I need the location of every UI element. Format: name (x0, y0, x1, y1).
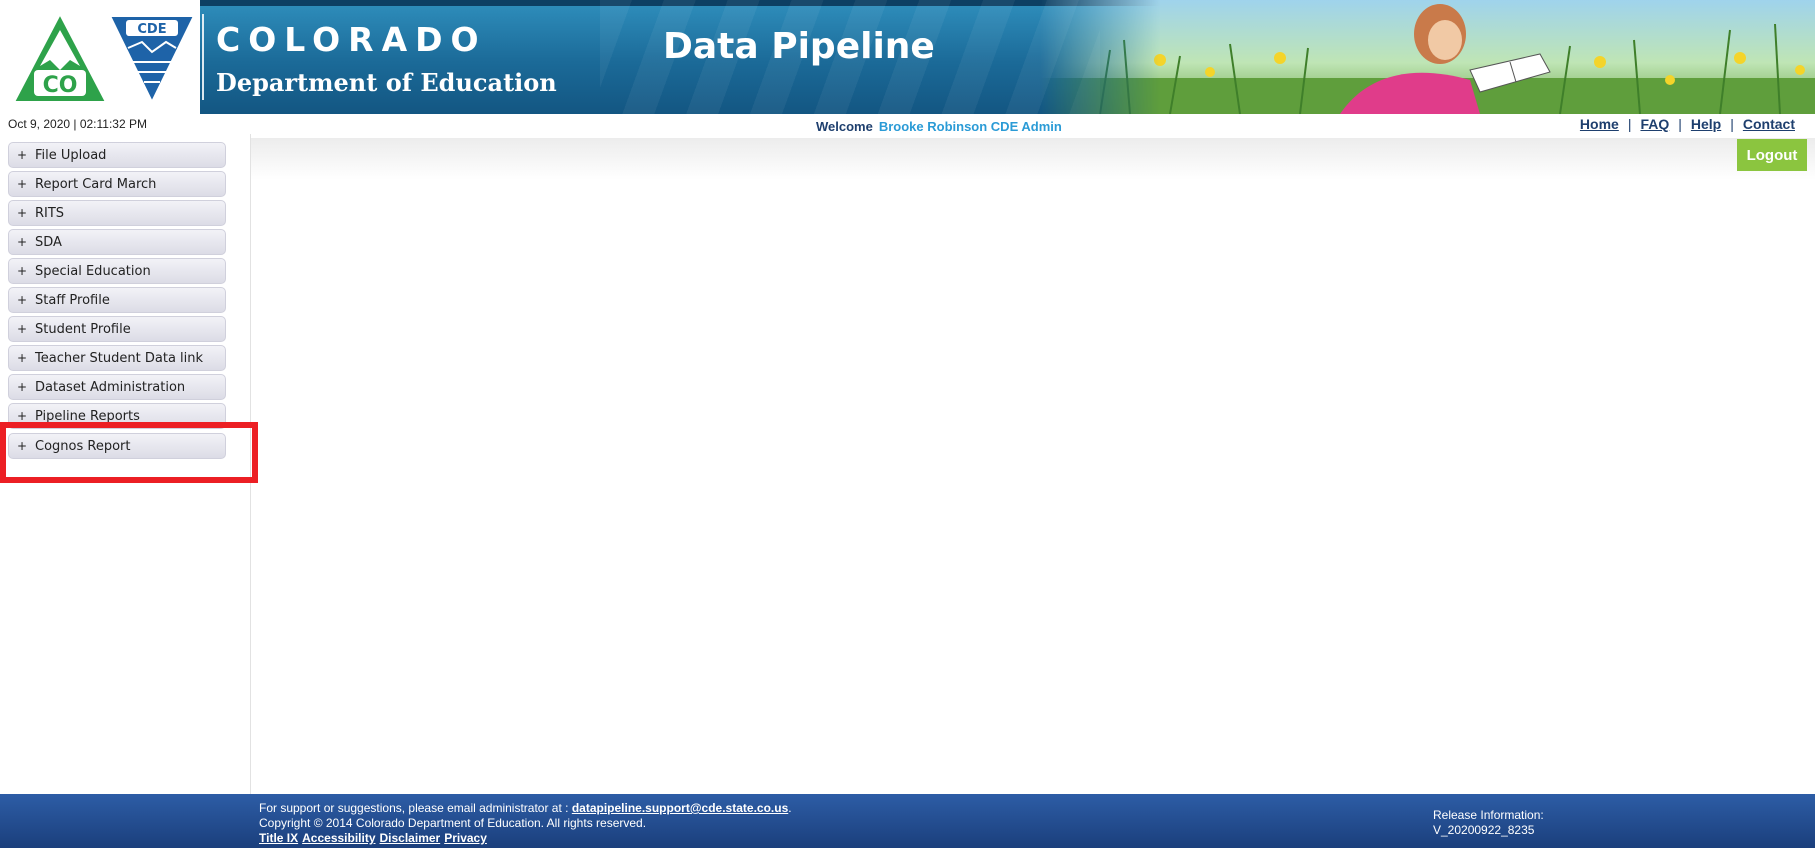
logo-state-text: CO (43, 73, 78, 98)
sidebar-item-student-profile[interactable]: + Student Profile (8, 316, 226, 342)
expand-plus-icon: + (17, 235, 28, 249)
logo-cde-text: CDE (137, 22, 166, 37)
expand-plus-icon: + (17, 409, 28, 423)
sidebar-item-rits[interactable]: + RITS (8, 200, 226, 226)
privacy-link[interactable]: Privacy (444, 831, 487, 845)
app-title: Data Pipeline (663, 26, 935, 67)
welcome-message: Welcome Brooke Robinson CDE Admin (816, 119, 1062, 134)
expand-plus-icon: + (17, 177, 28, 191)
expand-plus-icon: + (17, 380, 28, 394)
welcome-user-name: Brooke Robinson CDE Admin (878, 119, 1062, 134)
top-nav-links: Home | FAQ | Help | Contact (1580, 116, 1795, 132)
sidebar-item-label: RITS (35, 205, 65, 221)
banner-photo (1040, 0, 1815, 114)
link-separator: | (1730, 116, 1734, 132)
sidebar-item-teacher-student-data-link[interactable]: + Teacher Student Data link (8, 345, 226, 371)
banner-divider (202, 14, 204, 100)
footer-info: For support or suggestions, please email… (259, 801, 792, 846)
footer-links: Title IX Accessibility Disclaimer Privacy (259, 831, 792, 846)
sidebar-item-label: Teacher Student Data link (35, 350, 204, 366)
disclaimer-link[interactable]: Disclaimer (380, 831, 441, 845)
expand-plus-icon: + (17, 206, 28, 220)
copyright-text: Copyright © 2014 Colorado Department of … (259, 816, 647, 830)
sidebar-item-label: Special Education (35, 263, 151, 279)
release-version: V_20200922_8235 (1433, 823, 1535, 837)
support-line: For support or suggestions, please email… (259, 801, 792, 816)
sidebar-item-label: Student Profile (35, 321, 131, 337)
accessibility-link[interactable]: Accessibility (302, 831, 375, 845)
sidebar-item-sda[interactable]: + SDA (8, 229, 226, 255)
welcome-label: Welcome (816, 119, 873, 134)
sidebar-item-label: Staff Profile (35, 292, 110, 308)
sidebar-item-file-upload[interactable]: + File Upload (8, 142, 226, 168)
contact-link[interactable]: Contact (1743, 116, 1795, 132)
sidebar-item-label: Dataset Administration (35, 379, 186, 395)
help-link[interactable]: Help (1691, 116, 1721, 132)
header-banner: CO CDE COLORADO Department of Education … (0, 0, 1815, 114)
highlight-annotation-box (0, 422, 258, 483)
sidebar-item-label: File Upload (35, 147, 107, 163)
support-email-link[interactable]: datapipeline.support@cde.state.co.us (572, 801, 788, 815)
faq-link[interactable]: FAQ (1640, 116, 1669, 132)
expand-plus-icon: + (17, 148, 28, 162)
banner-photo-illustration (1040, 4, 1815, 114)
cde-logo-icon: CO CDE (12, 11, 196, 105)
support-period: . (788, 801, 792, 815)
expand-plus-icon: + (17, 322, 28, 336)
sidebar-item-label: SDA (35, 234, 62, 250)
sidebar-item-label: Report Card March (35, 176, 157, 192)
sidebar-item-staff-profile[interactable]: + Staff Profile (8, 287, 226, 313)
footer: For support or suggestions, please email… (0, 794, 1815, 848)
support-text: For support or suggestions, please email… (259, 801, 569, 815)
release-label: Release Information: (1433, 808, 1544, 822)
sidebar-item-report-card-march[interactable]: + Report Card March (8, 171, 226, 197)
home-link[interactable]: Home (1580, 116, 1619, 132)
sidebar-item-dataset-administration[interactable]: + Dataset Administration (8, 374, 226, 400)
sidebar-item-special-education[interactable]: + Special Education (8, 258, 226, 284)
logo-container[interactable]: CO CDE (0, 0, 200, 114)
current-datetime: Oct 9, 2020 | 02:11:32 PM (8, 117, 147, 131)
link-separator: | (1678, 116, 1682, 132)
expand-plus-icon: + (17, 351, 28, 365)
org-name: COLORADO (216, 20, 487, 59)
title-ix-link[interactable]: Title IX (259, 831, 298, 845)
expand-plus-icon: + (17, 293, 28, 307)
logout-button[interactable]: Logout (1737, 139, 1807, 171)
expand-plus-icon: + (17, 264, 28, 278)
org-subtitle: Department of Education (216, 68, 557, 97)
release-info: Release Information: V_20200922_8235 (1433, 808, 1544, 838)
link-separator: | (1627, 116, 1632, 132)
content-header-strip (251, 138, 1815, 180)
